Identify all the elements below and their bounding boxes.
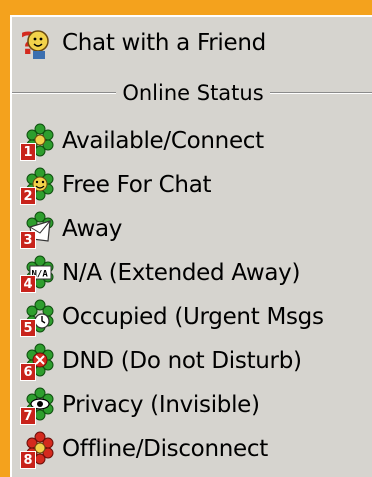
chat-with-friend-item[interactable]: ? Chat with a Friend [12,21,372,65]
status-number-badge: 5 [20,319,36,337]
flower-privacy-icon: 7 [12,383,56,427]
status-number-badge: 6 [20,363,36,381]
status-number-badge: 1 [20,143,36,161]
status-item-dnd[interactable]: 6 DND (Do not Disturb) [12,339,372,383]
online-status-label: Online Status [122,81,264,105]
status-item-free-for-chat[interactable]: 2 Free For Chat [12,163,372,207]
status-item-label: Privacy (Invisible) [62,392,260,418]
status-item-away[interactable]: 3 Away [12,207,372,251]
flower-away-icon: 3 [12,207,56,251]
chat-with-friend-label: Chat with a Friend [62,30,266,56]
status-number-badge: 8 [20,451,36,469]
status-item-privacy[interactable]: 7 Privacy (Invisible) [12,383,372,427]
chat-friend-icon: ? [12,21,56,65]
status-number-badge: 7 [20,407,36,425]
flower-available-icon: 1 [12,119,56,163]
status-item-label: Offline/Disconnect [62,436,268,462]
status-number-badge: 2 [20,187,36,205]
status-item-label: Available/Connect [62,128,264,154]
status-item-label: N/A (Extended Away) [62,260,301,286]
status-item-offline[interactable]: 8 Offline/Disconnect [12,427,372,471]
status-item-label: Free For Chat [62,172,212,198]
status-item-occupied[interactable]: 5 Occupied (Urgent Msgs [12,295,372,339]
flower-dnd-icon: 6 [12,339,56,383]
status-item-na[interactable]: N/A 4 N/A (Extended Away) [12,251,372,295]
status-item-label: Occupied (Urgent Msgs [62,304,324,330]
status-number-badge: 4 [20,275,36,293]
status-item-available[interactable]: 1 Available/Connect [12,119,372,163]
status-item-label: DND (Do not Disturb) [62,348,302,374]
flower-occupied-icon: 5 [12,295,56,339]
status-context-menu: ? Chat with a Friend Online Status [10,15,372,477]
orange-frame: ? Chat with a Friend Online Status [0,0,372,477]
status-number-badge: 3 [20,231,36,249]
flower-free-for-chat-icon: 2 [12,163,56,207]
separator-line-right [269,92,372,94]
flower-na-icon: N/A 4 [12,251,56,295]
flower-offline-icon: 8 [12,427,56,471]
status-item-label: Away [62,216,123,242]
online-status-separator: Online Status [12,73,372,113]
separator-line-left [12,92,117,94]
